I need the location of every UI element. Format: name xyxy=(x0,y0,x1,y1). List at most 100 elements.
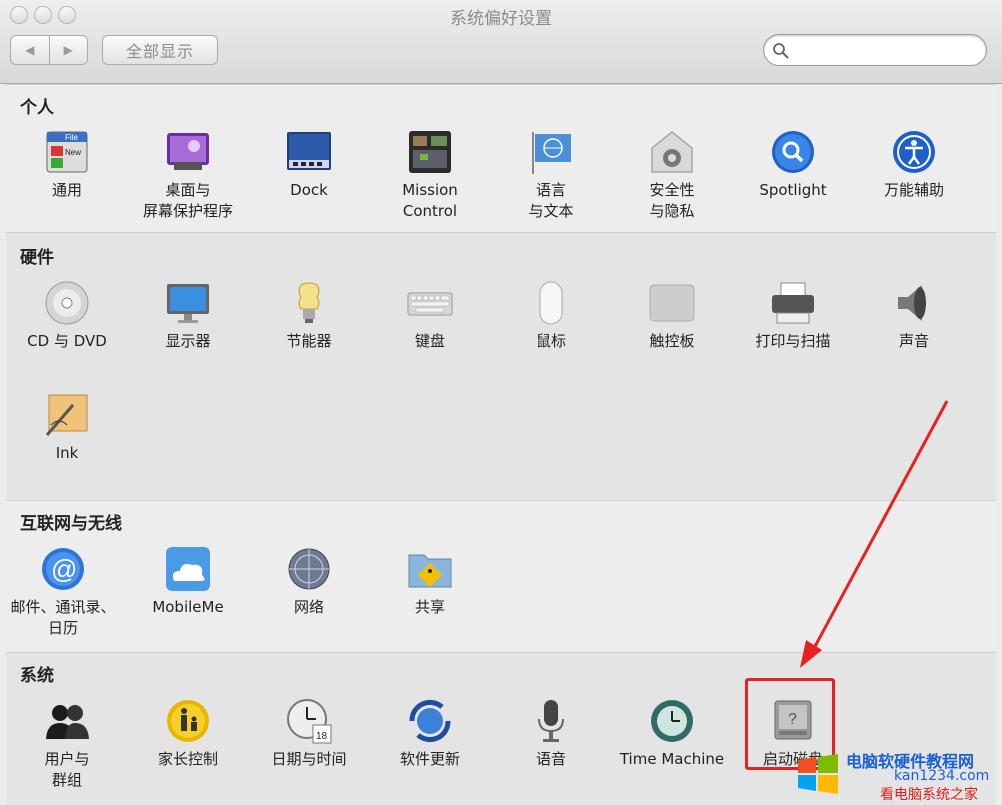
section-internet: 互联网与无线 @ 邮件、通讯录、 日历 MobileMe 网络 共享 xyxy=(6,500,996,652)
security-icon xyxy=(648,128,696,176)
pref-general[interactable]: File New 通用 xyxy=(6,128,128,201)
watermark-url: kan1234.com xyxy=(894,768,990,784)
show-all-button[interactable]: 全部显示 xyxy=(102,35,218,65)
preferences-window: 系统偏好设置 ◀ ▶ 全部显示 个人 File New 通用 桌面与 屏幕保护程序 xyxy=(0,0,1002,805)
pref-users[interactable]: 用户与 群组 xyxy=(6,697,128,791)
pref-mouse[interactable]: 鼠标 xyxy=(490,279,612,352)
section-title: 硬件 xyxy=(20,248,54,268)
pref-sharing[interactable]: 共享 xyxy=(369,545,491,618)
pref-language[interactable]: 语言 与文本 xyxy=(490,128,612,222)
spotlight-icon xyxy=(769,128,817,176)
pref-speech[interactable]: 语音 xyxy=(490,697,612,770)
pref-label: 通用 xyxy=(51,181,82,199)
window-title: 系统偏好设置 xyxy=(450,9,552,29)
pref-label: 安全性 与隐私 xyxy=(649,181,695,220)
network-icon xyxy=(285,545,333,593)
pref-software-update[interactable]: 软件更新 xyxy=(369,697,491,770)
back-button[interactable]: ◀ xyxy=(11,36,50,64)
pref-label: Spotlight xyxy=(759,181,827,199)
title-bar: 系统偏好设置 ◀ ▶ 全部显示 xyxy=(0,0,1002,84)
pref-label: Time Machine xyxy=(619,750,725,768)
svg-text:File: File xyxy=(65,133,78,142)
clock-icon: 18 xyxy=(285,697,333,745)
pref-printer[interactable]: 打印与扫描 xyxy=(732,279,854,352)
back-arrow-icon: ◀ xyxy=(25,43,35,57)
mail-icon: @ xyxy=(39,545,87,593)
pref-label: 鼠标 xyxy=(535,332,566,350)
svg-text:@: @ xyxy=(51,554,77,584)
svg-text:18: 18 xyxy=(316,731,328,742)
pref-label: 万能辅助 xyxy=(883,181,944,199)
section-personal: 个人 File New 通用 桌面与 屏幕保护程序 Dock Mission Co… xyxy=(6,84,996,232)
section-title: 个人 xyxy=(20,98,54,118)
pref-label: 家长控制 xyxy=(157,750,218,768)
accessibility-icon xyxy=(890,128,938,176)
pref-label: 打印与扫描 xyxy=(755,332,831,350)
pref-label: 键盘 xyxy=(414,332,445,350)
pref-security[interactable]: 安全性 与隐私 xyxy=(611,128,733,222)
pref-label: Dock xyxy=(290,181,328,199)
pref-label: 声音 xyxy=(898,332,929,350)
svg-text:New: New xyxy=(65,148,81,157)
pref-label: 触控板 xyxy=(649,332,695,350)
pref-time-machine[interactable]: Time Machine xyxy=(611,697,733,770)
pref-label: Mission Control xyxy=(402,181,458,220)
pref-dock[interactable]: Dock xyxy=(248,128,370,201)
pref-parental[interactable]: 家长控制 xyxy=(127,697,249,770)
pref-network[interactable]: 网络 xyxy=(248,545,370,618)
ink-icon xyxy=(43,391,91,439)
pref-label: CD 与 DVD xyxy=(27,332,107,350)
pref-label: Ink xyxy=(55,444,79,462)
pref-label: 邮件、通讯录、 日历 xyxy=(10,598,116,637)
pref-label: 桌面与 屏幕保护程序 xyxy=(142,181,233,220)
dock-icon xyxy=(285,128,333,176)
forward-arrow-icon: ▶ xyxy=(63,43,73,57)
pref-trackpad[interactable]: 触控板 xyxy=(611,279,733,352)
pref-cd-dvd[interactable]: CD 与 DVD xyxy=(6,279,128,352)
pref-label: 软件更新 xyxy=(399,750,460,768)
desktop-icon xyxy=(164,128,212,176)
pref-label: 语言 与文本 xyxy=(528,181,574,220)
parental-icon xyxy=(164,697,212,745)
pref-date-time[interactable]: 18 日期与时间 xyxy=(248,697,370,770)
language-icon xyxy=(527,128,575,176)
general-icon: File New xyxy=(43,128,91,176)
pref-desktop[interactable]: 桌面与 屏幕保护程序 xyxy=(127,128,249,222)
pref-mobileme[interactable]: MobileMe xyxy=(127,545,249,618)
search-input[interactable] xyxy=(763,34,987,66)
microphone-icon xyxy=(527,697,575,745)
pref-label: 节能器 xyxy=(286,332,332,350)
pref-sound[interactable]: 声音 xyxy=(853,279,975,352)
energy-icon xyxy=(285,279,333,327)
pref-spotlight[interactable]: Spotlight xyxy=(732,128,854,201)
trackpad-icon xyxy=(648,279,696,327)
pref-display[interactable]: 显示器 xyxy=(127,279,249,352)
pref-mail[interactable]: @ 邮件、通讯录、 日历 xyxy=(2,545,124,639)
watermark-slogan: 看电脑系统之家 xyxy=(880,787,978,803)
mobileme-icon xyxy=(164,545,212,593)
section-hardware: 硬件 CD 与 DVD 显示器 节能器 键盘 鼠标 触控板 打印与扫描 声音 I… xyxy=(6,232,996,500)
section-title: 互联网与无线 xyxy=(20,514,122,534)
pref-label: 网络 xyxy=(293,598,324,616)
search-icon xyxy=(773,43,789,59)
watermark: 电脑软硬件教程网 kan1234.com 看电脑系统之家 xyxy=(796,744,1002,805)
mission-control-icon xyxy=(406,128,454,176)
pref-label: 用户与 群组 xyxy=(44,750,90,789)
pref-label: MobileMe xyxy=(152,598,224,616)
pref-keyboard[interactable]: 键盘 xyxy=(369,279,491,352)
pref-accessibility[interactable]: 万能辅助 xyxy=(853,128,975,201)
cd-icon xyxy=(43,279,91,327)
mouse-icon xyxy=(527,279,575,327)
update-icon xyxy=(406,697,454,745)
display-icon xyxy=(164,279,212,327)
sound-icon xyxy=(890,279,938,327)
pref-ink[interactable]: Ink xyxy=(6,391,128,464)
users-icon xyxy=(43,697,91,745)
sharing-icon xyxy=(406,545,454,593)
pref-label: 共享 xyxy=(414,598,445,616)
pref-energy[interactable]: 节能器 xyxy=(248,279,370,352)
forward-button[interactable]: ▶ xyxy=(50,36,88,64)
keyboard-icon xyxy=(406,279,454,327)
time-machine-icon xyxy=(648,697,696,745)
pref-mission-control[interactable]: Mission Control xyxy=(369,128,491,222)
